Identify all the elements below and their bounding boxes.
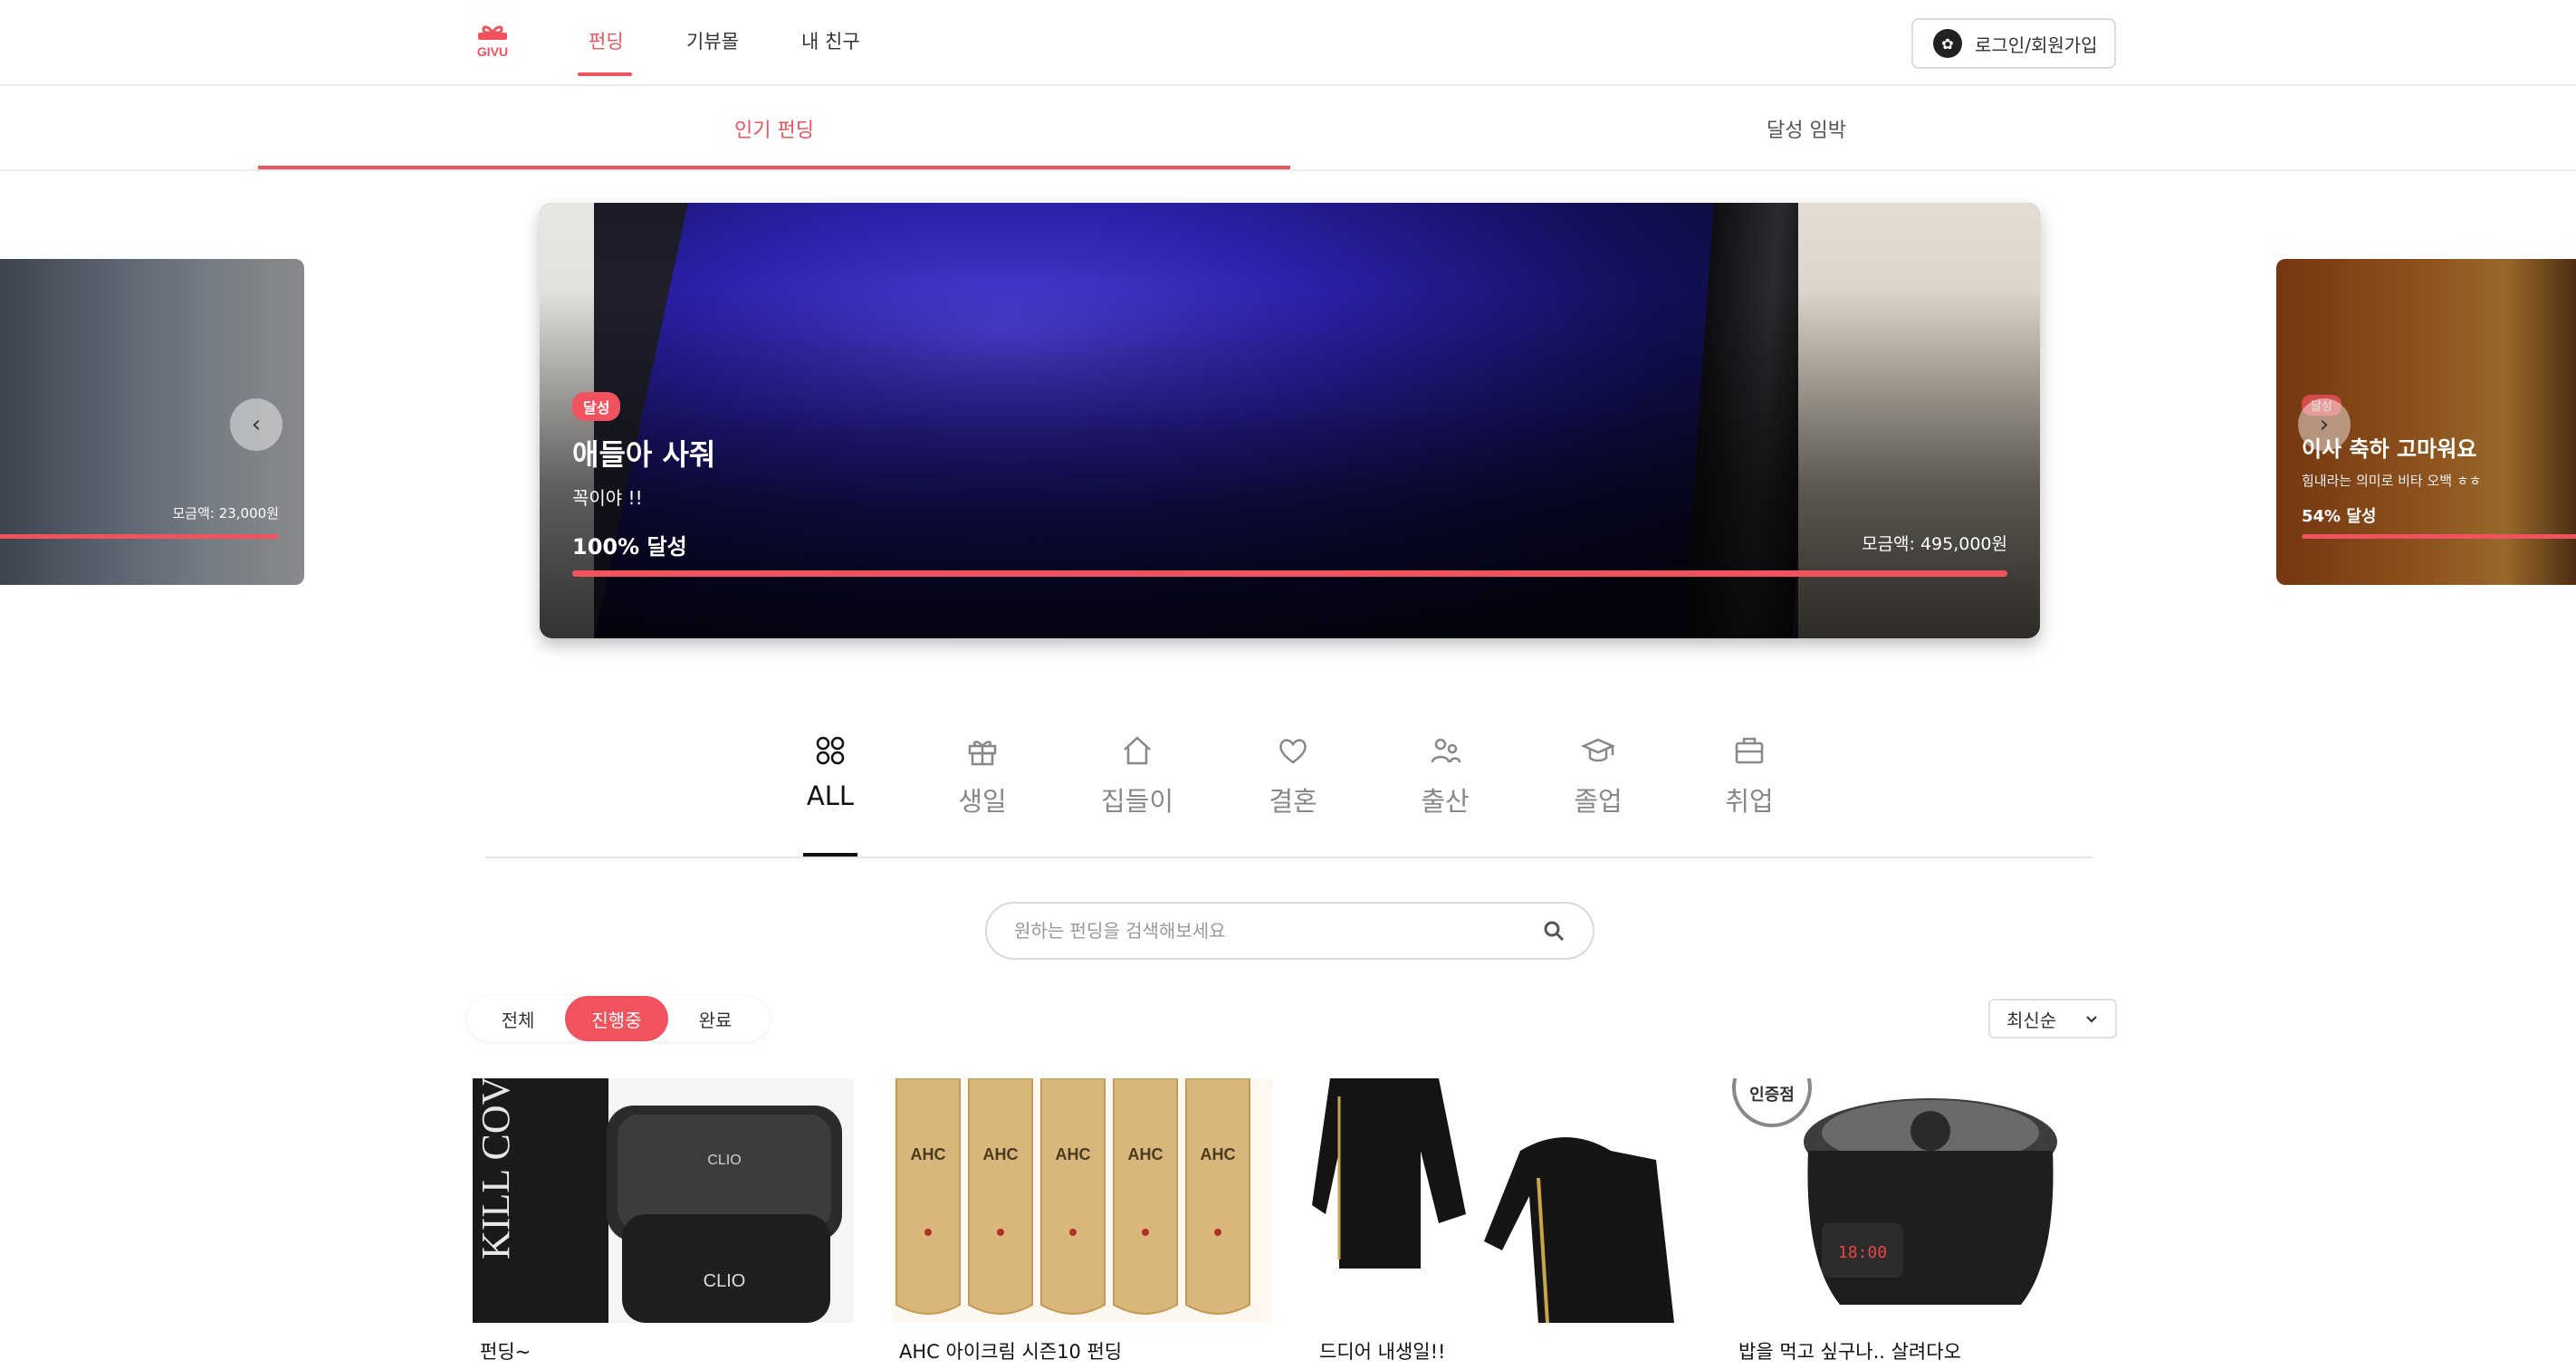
- house-icon: [1124, 736, 1151, 765]
- product-image: KILL COV CLIO CLIO: [473, 1078, 853, 1323]
- nav-my-friends[interactable]: 내 친구: [801, 27, 860, 54]
- funding-tabs: 인기 펀딩 달성 임박: [0, 86, 2576, 171]
- product-card[interactable]: 인증점 18:00 밥을 먹고 싶구나.. 살려다오: [1731, 1078, 2112, 1364]
- tab-almost-achieved[interactable]: 달성 임박: [1290, 86, 2322, 171]
- category-label: 집들이: [1100, 786, 1174, 817]
- status-filter: 전체 진행중 완료: [467, 996, 770, 1041]
- achieved-badge: 달성: [572, 392, 621, 421]
- product-image: 인증점 18:00: [1731, 1078, 2112, 1323]
- card-progress-text: 54% 달성: [2302, 507, 2377, 526]
- chevron-left-icon: ‹: [251, 411, 262, 438]
- sort-select[interactable]: 최신순: [1988, 999, 2117, 1039]
- svg-text:KILL COV: KILL COV: [474, 1078, 518, 1259]
- carousel-card-main[interactable]: 달성 애들아 사줘 꼭이야 !! 100% 달성 모금액: 495,000원: [540, 203, 2040, 638]
- sort-selected-label: 최신순: [2006, 1009, 2057, 1031]
- top-header: GIVU 펀딩 기뷰몰 내 친구 ✿ 로그인/회원가입: [0, 0, 2576, 86]
- svg-text:AHC: AHC: [911, 1145, 946, 1163]
- givu-logo[interactable]: GIVU: [473, 20, 512, 60]
- card-progress-bar: [2302, 534, 2576, 539]
- category-label: 취업: [1725, 786, 1774, 817]
- heart-icon: [1279, 739, 1307, 764]
- category-bar: ALL 생일 집들이 결혼 출산 졸업 취업: [485, 724, 2092, 858]
- nav-givu-mall[interactable]: 기뷰몰: [686, 27, 739, 54]
- login-signup-button[interactable]: ✿ 로그인/회원가입: [1911, 18, 2116, 69]
- nav-active-indicator: [578, 72, 632, 76]
- funding-progress-track: [572, 570, 2007, 577]
- category-employment[interactable]: 취업: [1695, 733, 1804, 819]
- carousel-next-button[interactable]: ›: [2298, 398, 2351, 451]
- category-housewarming[interactable]: 집들이: [1083, 733, 1192, 819]
- product-title: AHC 아이크림 시즌10 펀딩: [899, 1341, 1123, 1363]
- svg-text:AHC: AHC: [1128, 1145, 1164, 1163]
- funding-subtitle: 꼭이야 !!: [572, 487, 643, 509]
- category-label: 출산: [1421, 786, 1470, 817]
- card-progress-bar: [0, 534, 279, 539]
- filter-completed[interactable]: 완료: [674, 996, 757, 1041]
- category-wedding[interactable]: 결혼: [1239, 733, 1347, 819]
- funding-search-input[interactable]: [1014, 920, 1542, 942]
- category-all[interactable]: ALL: [776, 733, 885, 811]
- filter-in-progress[interactable]: 진행중: [565, 996, 668, 1041]
- svg-text:AHC: AHC: [1056, 1145, 1091, 1163]
- logo-text: GIVU: [477, 44, 508, 59]
- category-active-indicator: [803, 853, 857, 857]
- funding-amount: 모금액: 495,000원: [1862, 534, 2007, 554]
- graduation-cap-icon: [1581, 738, 1615, 762]
- chevron-right-icon: ›: [2319, 411, 2330, 438]
- product-title: 밥을 먹고 싶구나.. 살려다오: [1738, 1341, 1961, 1363]
- funding-search-box: [985, 902, 1594, 960]
- chevron-down-icon: [2086, 1016, 2097, 1023]
- nav-funding[interactable]: 펀딩: [589, 27, 624, 54]
- funding-title: 애들아 사줘: [572, 437, 716, 472]
- product-card[interactable]: 드디어 내생일!!: [1312, 1078, 1692, 1364]
- svg-text:18:00: 18:00: [1838, 1243, 1887, 1262]
- category-childbirth[interactable]: 출산: [1391, 733, 1499, 819]
- briefcase-icon: [1735, 737, 1764, 764]
- card-subtitle: 힘내라는 의미로 비타 오백 ㅎㅎ: [2302, 473, 2482, 489]
- svg-text:AHC: AHC: [983, 1145, 1019, 1163]
- product-card[interactable]: AHC AHC AHC AHC AHC AHC 아이크림 시즌10 펀딩: [892, 1078, 1272, 1364]
- filter-all[interactable]: 전체: [476, 996, 560, 1041]
- category-label: 생일: [958, 786, 1007, 817]
- product-image: [1312, 1078, 1692, 1323]
- product-title: 펀딩~: [480, 1341, 531, 1363]
- svg-text:인증점: 인증점: [1749, 1086, 1795, 1105]
- tab-popular-funding[interactable]: 인기 펀딩: [258, 86, 1290, 171]
- search-icon[interactable]: [1542, 919, 1566, 943]
- gift-icon: [968, 741, 997, 766]
- login-signup-label: 로그인/회원가입: [1975, 34, 2098, 56]
- carousel-card-prev[interactable]: 모금액: 23,000원 ‹: [0, 259, 304, 585]
- carousel-prev-button[interactable]: ‹: [230, 398, 282, 451]
- funding-progress-fill: [572, 570, 2007, 577]
- funding-progress-text: 100% 달성: [572, 534, 687, 560]
- product-card[interactable]: KILL COV CLIO CLIO 펀딩~: [473, 1078, 853, 1364]
- product-image: AHC AHC AHC AHC AHC: [892, 1078, 1272, 1323]
- svg-text:CLIO: CLIO: [704, 1271, 746, 1291]
- product-title: 드디어 내생일!!: [1319, 1341, 1446, 1363]
- category-label: 졸업: [1574, 786, 1623, 817]
- svg-text:CLIO: CLIO: [707, 1153, 741, 1168]
- svg-text:AHC: AHC: [1201, 1145, 1236, 1163]
- carousel-card-next[interactable]: 달성 이사 축하 고마워요 힘내라는 의미로 비타 오백 ㅎㅎ 54% 달성 ›: [2276, 259, 2576, 585]
- card-amount: 모금액: 23,000원: [172, 505, 279, 522]
- kakao-icon: ✿: [1933, 29, 1962, 58]
- tab-active-indicator: [258, 166, 1290, 169]
- category-graduation[interactable]: 졸업: [1544, 733, 1652, 819]
- category-label: 결혼: [1269, 786, 1317, 817]
- grid-icon: [816, 736, 845, 765]
- category-label: ALL: [806, 780, 855, 811]
- category-birthday[interactable]: 생일: [928, 733, 1037, 819]
- people-icon: [1431, 738, 1461, 763]
